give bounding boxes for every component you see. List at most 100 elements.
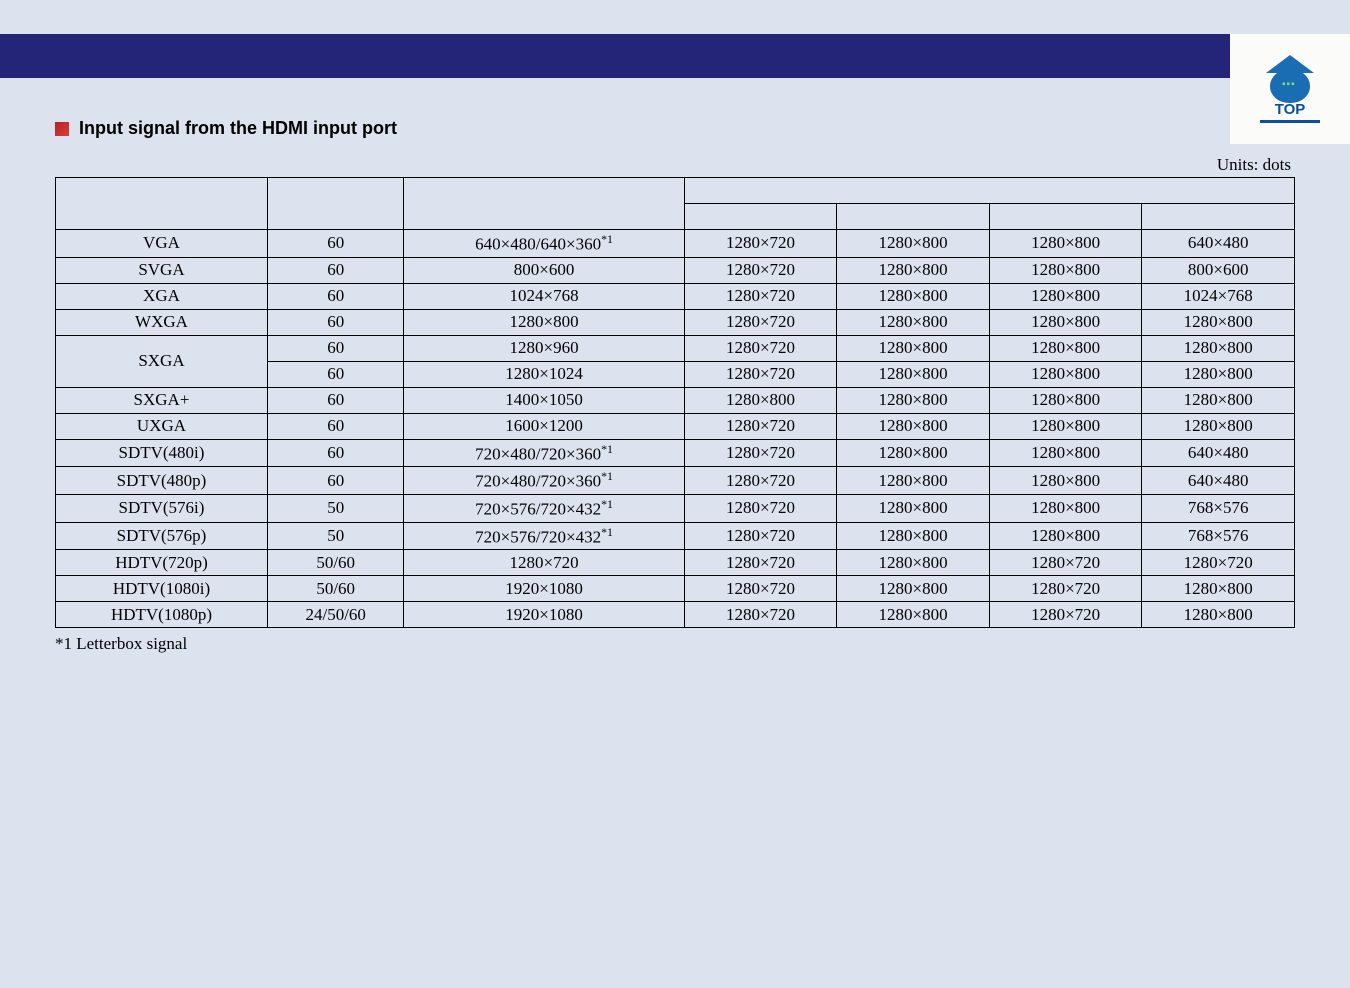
cell-d3: 1280×800 [989, 283, 1142, 309]
cell-resolution: 1280×960 [404, 335, 684, 361]
cell-refresh: 60 [267, 387, 404, 413]
cell-signal: VGA [56, 230, 268, 258]
cell-d2: 1280×800 [837, 335, 990, 361]
cell-d2: 1280×800 [837, 413, 990, 439]
cell-refresh: 60 [267, 283, 404, 309]
cell-d2: 1280×800 [837, 467, 990, 495]
col-d4 [1142, 204, 1295, 230]
cell-signal: UXGA [56, 413, 268, 439]
header-bar [0, 34, 1350, 78]
cell-d1: 1280×720 [684, 439, 837, 467]
cell-d3: 1280×800 [989, 387, 1142, 413]
cell-resolution: 720×480/720×360*1 [404, 467, 684, 495]
table-row: SXGA601280×9601280×7201280×8001280×80012… [56, 335, 1295, 361]
cell-signal: HDTV(1080i) [56, 576, 268, 602]
cell-resolution: 720×576/720×432*1 [404, 522, 684, 550]
cell-d2: 1280×800 [837, 309, 990, 335]
table-header-row-1 [56, 178, 1295, 204]
cell-resolution: 800×600 [404, 257, 684, 283]
cell-d4: 1280×800 [1142, 387, 1295, 413]
cell-d2: 1280×800 [837, 387, 990, 413]
cell-refresh: 60 [267, 467, 404, 495]
table-row: SVGA60800×6001280×7201280×8001280×800800… [56, 257, 1295, 283]
cell-d2: 1280×800 [837, 576, 990, 602]
cell-resolution: 640×480/640×360*1 [404, 230, 684, 258]
col-resolution [404, 178, 684, 230]
table-row: XGA601024×7681280×7201280×8001280×800102… [56, 283, 1295, 309]
cell-d4: 1024×768 [1142, 283, 1295, 309]
table-row: UXGA601600×12001280×7201280×8001280×8001… [56, 413, 1295, 439]
cell-d4: 1280×800 [1142, 413, 1295, 439]
cell-d4: 800×600 [1142, 257, 1295, 283]
cell-d1: 1280×720 [684, 283, 837, 309]
cell-d1: 1280×720 [684, 413, 837, 439]
col-refresh [267, 178, 404, 230]
cell-d2: 1280×800 [837, 439, 990, 467]
cell-d2: 1280×800 [837, 602, 990, 628]
cell-d4: 1280×800 [1142, 361, 1295, 387]
cell-d4: 1280×800 [1142, 602, 1295, 628]
cell-d3: 1280×800 [989, 522, 1142, 550]
cell-d1: 1280×720 [684, 602, 837, 628]
cell-signal: SXGA [56, 335, 268, 387]
cell-d4: 768×576 [1142, 522, 1295, 550]
cell-d2: 1280×800 [837, 361, 990, 387]
table-row: SDTV(480p)60720×480/720×360*11280×720128… [56, 467, 1295, 495]
cell-resolution: 720×576/720×432*1 [404, 494, 684, 522]
top-home-badge[interactable]: ▪▪▪ TOP [1230, 34, 1350, 144]
cell-d1: 1280×720 [684, 361, 837, 387]
cell-refresh: 50 [267, 494, 404, 522]
cell-resolution: 720×480/720×360*1 [404, 439, 684, 467]
cell-resolution: 1280×800 [404, 309, 684, 335]
cell-d1: 1280×720 [684, 309, 837, 335]
cell-signal: XGA [56, 283, 268, 309]
section-bullet-icon [55, 122, 69, 136]
cell-d3: 1280×720 [989, 576, 1142, 602]
cell-d3: 1280×800 [989, 257, 1142, 283]
cell-d3: 1280×800 [989, 439, 1142, 467]
page-content: Input signal from the HDMI input port Un… [0, 78, 1350, 654]
cell-d3: 1280×800 [989, 335, 1142, 361]
cell-resolution: 1280×720 [404, 550, 684, 576]
cell-d1: 1280×720 [684, 494, 837, 522]
table-row: HDTV(1080p)24/50/601920×10801280×7201280… [56, 602, 1295, 628]
signal-table: VGA60640×480/640×360*11280×7201280×80012… [55, 177, 1295, 628]
cell-d4: 640×480 [1142, 230, 1295, 258]
cell-d3: 1280×800 [989, 467, 1142, 495]
cell-d1: 1280×720 [684, 522, 837, 550]
cell-d4: 640×480 [1142, 467, 1295, 495]
cell-d2: 1280×800 [837, 283, 990, 309]
section-title: Input signal from the HDMI input port [79, 118, 397, 139]
cell-d1: 1280×720 [684, 230, 837, 258]
table-row: SDTV(480i)60720×480/720×360*11280×720128… [56, 439, 1295, 467]
cell-resolution: 1024×768 [404, 283, 684, 309]
cell-d2: 1280×800 [837, 522, 990, 550]
cell-signal: SDTV(576p) [56, 522, 268, 550]
col-d3 [989, 204, 1142, 230]
col-signal [56, 178, 268, 230]
table-row: SDTV(576p)50720×576/720×432*11280×720128… [56, 522, 1295, 550]
cell-refresh: 60 [267, 230, 404, 258]
cell-signal: SVGA [56, 257, 268, 283]
cell-resolution: 1920×1080 [404, 602, 684, 628]
home-icon: ▪▪▪ TOP [1260, 57, 1320, 121]
cell-signal: SXGA+ [56, 387, 268, 413]
cell-d1: 1280×720 [684, 576, 837, 602]
cell-refresh: 60 [267, 309, 404, 335]
cell-signal: HDTV(720p) [56, 550, 268, 576]
table-row: SDTV(576i)50720×576/720×432*11280×720128… [56, 494, 1295, 522]
cell-d2: 1280×800 [837, 257, 990, 283]
cell-refresh: 60 [267, 439, 404, 467]
cell-resolution: 1400×1050 [404, 387, 684, 413]
cell-signal: SDTV(576i) [56, 494, 268, 522]
cell-d3: 1280×800 [989, 309, 1142, 335]
cell-d4: 1280×800 [1142, 335, 1295, 361]
cell-d2: 1280×800 [837, 494, 990, 522]
cell-d4: 768×576 [1142, 494, 1295, 522]
cell-signal: HDTV(1080p) [56, 602, 268, 628]
cell-d3: 1280×800 [989, 361, 1142, 387]
cell-signal: SDTV(480p) [56, 467, 268, 495]
cell-d1: 1280×720 [684, 550, 837, 576]
cell-d3: 1280×720 [989, 550, 1142, 576]
cell-d3: 1280×800 [989, 494, 1142, 522]
